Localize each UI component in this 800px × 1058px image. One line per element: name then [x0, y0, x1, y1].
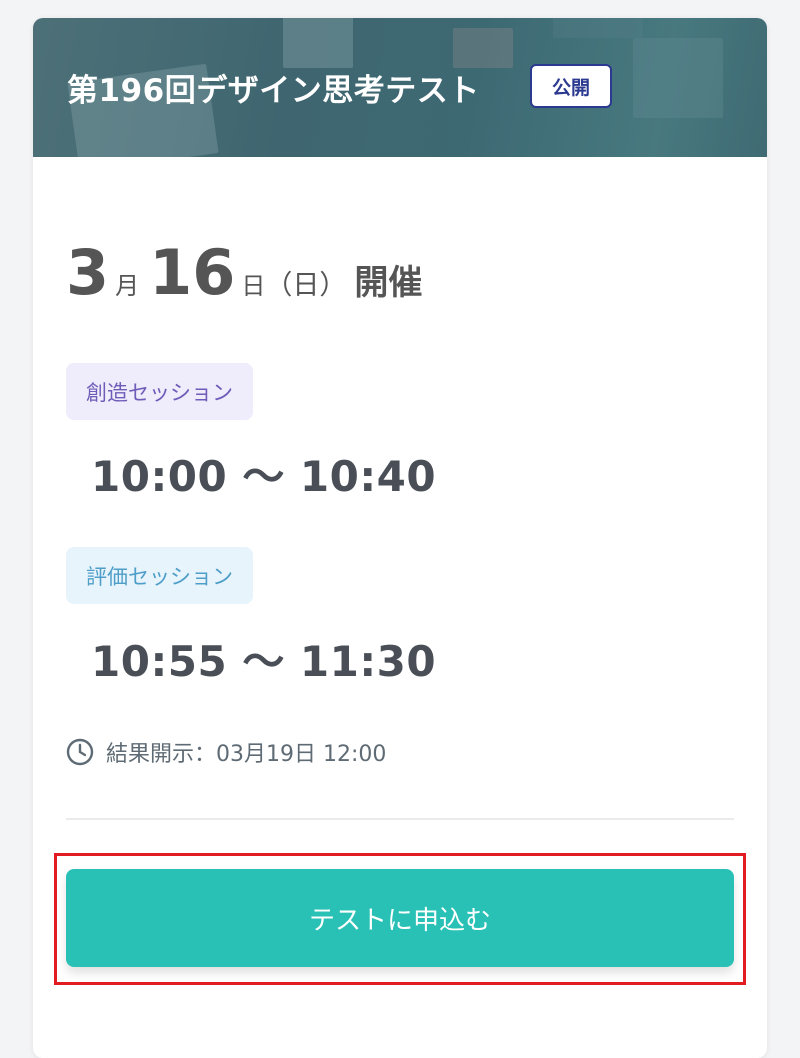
- date-suffix: 開催: [354, 263, 423, 303]
- banner-sticky-note-image: [453, 28, 513, 68]
- evaluation-session-tag: 評価セッション: [66, 547, 253, 604]
- banner-sticky-note-image: [633, 38, 723, 118]
- result-release-text: 結果開示：03月19日 12:00: [106, 742, 387, 767]
- banner-sticky-note-image: [283, 18, 353, 68]
- event-card: 第196回デザイン思考テスト 公開 3 月 16 日 （日） 開催 創造セッショ…: [33, 18, 767, 1058]
- event-date: 3 月 16 日 （日） 開催: [66, 236, 422, 309]
- evaluation-session-time: 10:55 〜 11:30: [91, 637, 437, 686]
- event-banner: 第196回デザイン思考テスト 公開: [33, 18, 767, 157]
- bottom-strip: [120, 1006, 630, 1024]
- status-badge: 公開: [530, 64, 612, 108]
- result-release: 結果開示：03月19日 12:00: [66, 736, 386, 768]
- creative-session-tag: 創造セッション: [66, 363, 253, 420]
- date-weekday: （日）: [265, 270, 347, 301]
- apply-test-button[interactable]: テストに申込む: [66, 869, 734, 967]
- banner-sticky-note-image: [553, 18, 643, 38]
- event-title: 第196回デザイン思考テスト: [67, 73, 480, 109]
- date-month-unit: 月: [115, 272, 140, 300]
- creative-session-time: 10:00 〜 10:40: [91, 452, 437, 501]
- divider: [66, 818, 734, 820]
- date-day: 16: [149, 236, 236, 309]
- clock-icon: [66, 738, 94, 766]
- date-month: 3: [66, 236, 110, 309]
- date-day-unit: 日: [241, 272, 266, 300]
